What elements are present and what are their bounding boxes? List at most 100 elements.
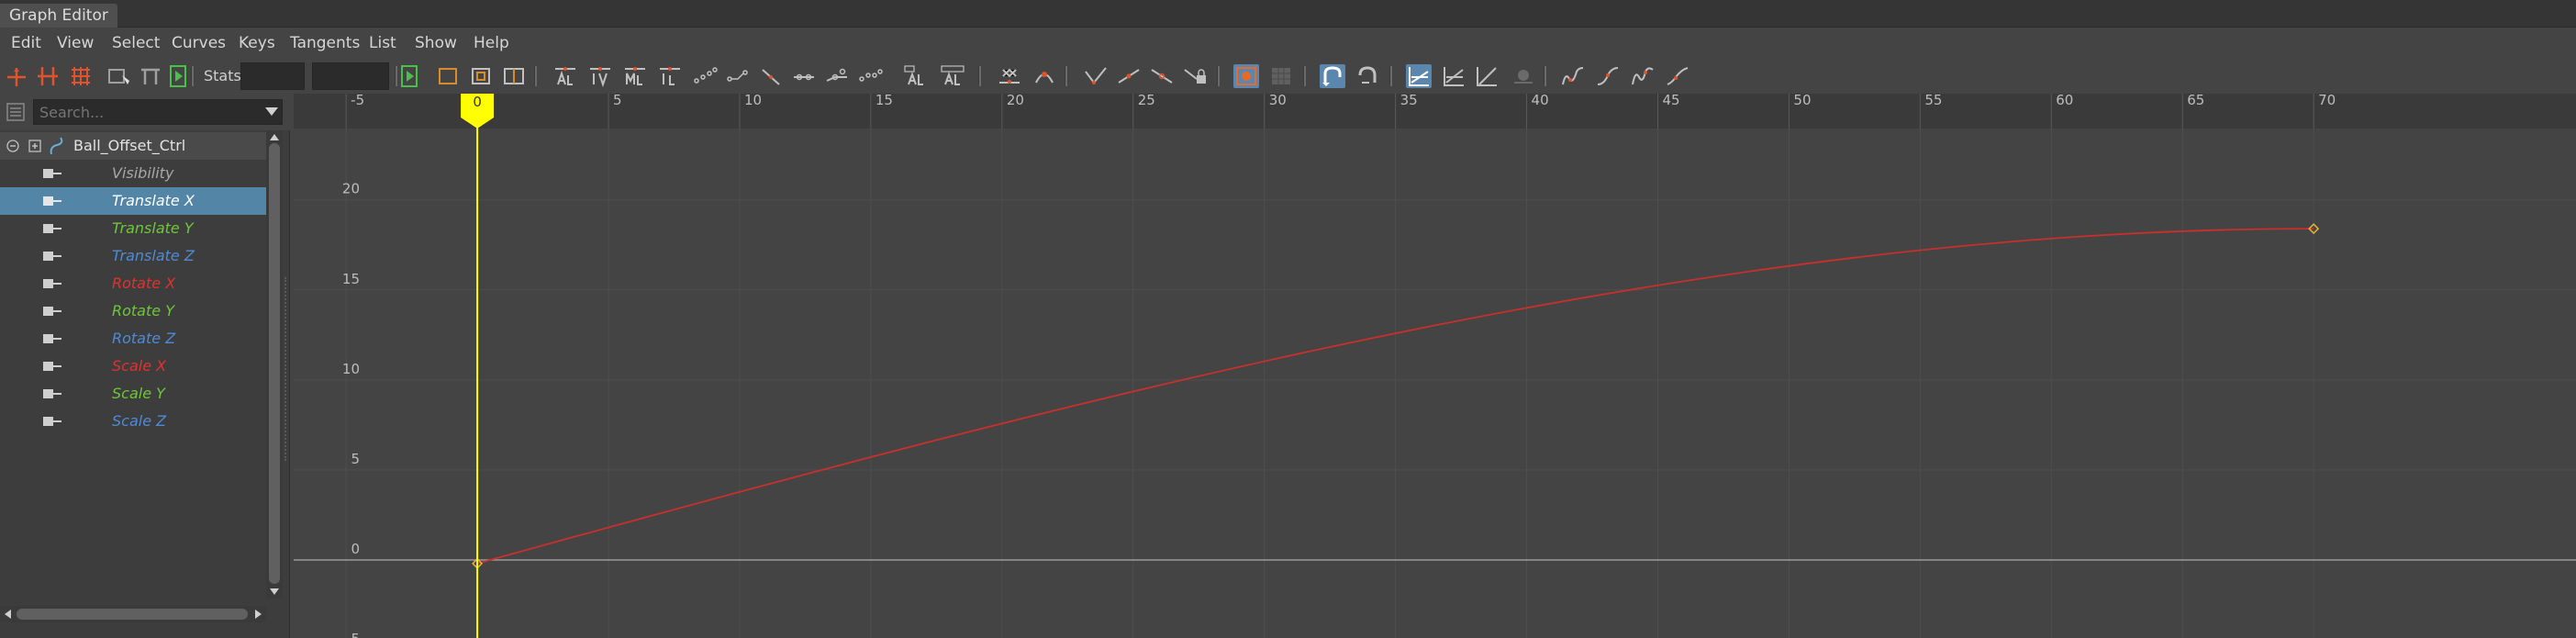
key-lock-icon[interactable] [42,306,62,317]
auto-tangent-icon[interactable] [552,64,578,88]
linear-infinity-icon[interactable] [1665,64,1690,88]
attribute-row-translate-x[interactable]: Translate X [0,187,266,215]
toolbar-separator[interactable] [1389,66,1392,86]
attribute-row-visibility[interactable]: Visibility [0,160,266,187]
pane-splitter-handle[interactable] [284,277,288,461]
search-field[interactable] [33,99,283,125]
menu-tangents[interactable]: Tangents [290,28,360,59]
key-lock-icon[interactable] [42,361,62,372]
lock-tangent-length-icon[interactable] [1182,64,1208,88]
unify-tangents-icon[interactable] [1116,64,1142,88]
auto-ease-tangent-icon[interactable] [940,64,965,88]
plateau-tangent-icon[interactable] [758,64,784,88]
outliner-horizontal-scrollbar[interactable] [0,606,266,622]
stacked-curves-icon[interactable] [1474,64,1500,88]
pre-infinity-cycle-icon[interactable] [1511,64,1536,88]
denormalize-curves-icon[interactable] [1441,64,1466,88]
scroll-down-icon[interactable] [269,588,280,597]
toolbar-separator[interactable] [1544,66,1546,86]
menu-edit[interactable]: Edit [11,28,41,59]
key-lock-icon[interactable] [42,168,62,179]
attribute-row-scale-z[interactable]: Scale Z [0,408,266,435]
filter-icon[interactable] [6,102,26,122]
time-ruler[interactable] [294,94,2576,129]
menu-keys[interactable]: Keys [239,28,275,59]
scroll-left-icon[interactable] [3,609,12,620]
post-infinity-cycle-icon[interactable] [1560,64,1586,88]
toolbar-separator[interactable] [1217,66,1220,86]
frame-playback-icon[interactable] [501,64,527,88]
free-tangent-length-icon[interactable] [1149,64,1175,88]
key-lock-icon[interactable] [42,333,62,344]
graph-view[interactable]: -5510152025303540455055606570 20151050-5… [294,94,2576,638]
auto-load-icon[interactable] [1233,64,1259,88]
menu-curves[interactable]: Curves [172,28,226,59]
scroll-up-icon[interactable] [269,132,280,141]
auto-tangent-bounds-icon[interactable] [903,64,929,88]
expand-all-icon[interactable] [28,139,42,153]
attribute-row-scale-x[interactable]: Scale X [0,353,266,380]
spline-tangent-icon[interactable] [587,64,613,88]
scrollbar-thumb[interactable] [17,609,248,620]
key-lock-icon[interactable] [42,278,62,289]
attribute-row-rotate-z[interactable]: Rotate Z [0,325,266,353]
key-lock-icon[interactable] [42,223,62,234]
menu-show[interactable]: Show [415,28,457,59]
stats-value-field[interactable] [312,62,389,90]
attribute-row-scale-y[interactable]: Scale Y [0,380,266,408]
attribute-row-rotate-x[interactable]: Rotate X [0,270,266,297]
break-tangents-icon[interactable] [1083,64,1109,88]
toolbar-separator[interactable] [978,66,981,86]
window-title-tab[interactable]: Graph Editor [0,4,117,28]
outliner-root-node[interactable]: Ball_Offset_Ctrl [0,132,266,160]
play-range-icon[interactable] [398,64,424,88]
normalize-curves-icon[interactable] [1406,64,1432,88]
value-snap-icon[interactable] [1355,64,1380,88]
move-key-icon[interactable] [4,64,29,88]
lattice-deform-icon[interactable] [68,64,94,88]
frame-selection-icon[interactable] [468,64,494,88]
clamped-tangent-icon[interactable] [622,64,648,88]
linear-tangent-icon[interactable] [657,64,683,88]
toolbar-separator[interactable] [1303,66,1306,86]
region-tool-icon[interactable] [106,64,132,88]
swap-buffer-curve-icon[interactable] [1032,64,1057,88]
cycle-with-offset-icon[interactable] [1595,64,1621,88]
free-tangent-weight-icon[interactable] [857,64,883,88]
insert-key-icon[interactable] [35,64,61,88]
toolbar-separator[interactable] [395,66,397,86]
attribute-row-rotate-y[interactable]: Rotate Y [0,297,266,325]
stats-frame-field[interactable] [240,62,305,90]
key-lock-icon[interactable] [42,388,62,399]
toolbar-separator[interactable] [191,66,194,86]
attribute-row-translate-y[interactable]: Translate Y [0,215,266,242]
play-range-icon[interactable] [167,64,193,88]
chevron-down-icon[interactable] [265,107,278,116]
outliner-vertical-scrollbar[interactable] [266,130,283,599]
menu-view[interactable]: View [57,28,94,59]
scrollbar-thumb[interactable] [269,143,280,584]
scroll-right-icon[interactable] [254,609,263,620]
flat-tangent-icon[interactable] [692,64,718,88]
step-tangent-icon[interactable] [725,64,751,88]
buffer-curve-snapshot-icon[interactable] [997,64,1022,88]
key-lock-icon[interactable] [42,196,62,207]
retime-tool-icon[interactable] [138,64,163,88]
attribute-row-translate-z[interactable]: Translate Z [0,242,266,270]
toolbar-separator[interactable] [1065,66,1067,86]
break-tangent-icon[interactable] [791,64,817,88]
menu-select[interactable]: Select [112,28,160,59]
search-input[interactable] [34,100,254,124]
load-selected-icon[interactable] [1268,64,1294,88]
curve-graph[interactable]: -5510152025303540455055606570 20151050-5… [294,94,2576,638]
menu-list[interactable]: List [369,28,396,59]
key-lock-icon[interactable] [42,416,62,427]
time-snap-icon[interactable] [1320,64,1345,88]
collapse-icon[interactable] [6,139,20,153]
toolbar-separator[interactable] [534,66,537,86]
oscillate-icon[interactable] [1630,64,1656,88]
unify-tangent-icon[interactable] [824,64,850,88]
key-lock-icon[interactable] [42,251,62,262]
frame-all-icon[interactable] [435,64,461,88]
menu-help[interactable]: Help [474,28,509,59]
